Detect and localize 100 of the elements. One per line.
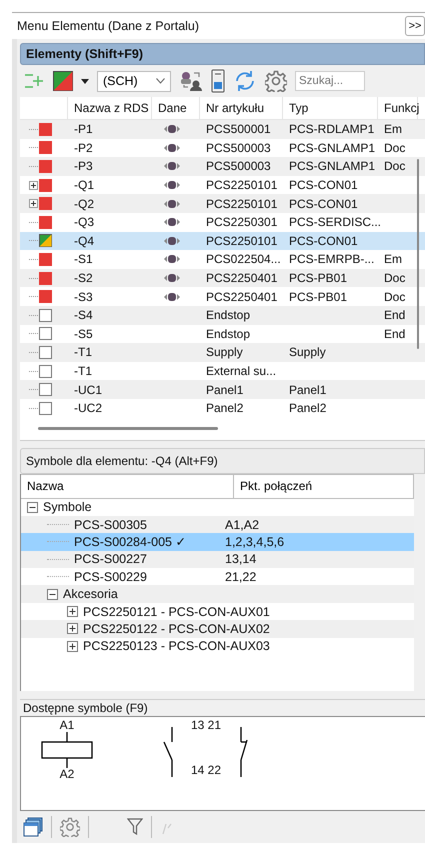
table-cell-text: PCS-PB01 (288, 271, 348, 286)
search-field[interactable]: Szukaj... (295, 71, 365, 91)
table-row[interactable]: -Q2 PCS2250101 PCS-CON01 (20, 194, 425, 213)
scrollbar[interactable] (417, 159, 419, 349)
table-cell-text: End (383, 326, 406, 341)
table-cell-text: -UC1 (73, 382, 104, 397)
expand-button[interactable]: >> (405, 16, 425, 36)
section-header: Elementy (Shift+F9) (20, 43, 425, 65)
checkbox-icon[interactable] (39, 364, 52, 378)
tree-item[interactable]: PCS2250123 - PCS-CON-AUX03 (21, 638, 414, 656)
status-square-icon (39, 252, 52, 266)
table-cell-text: PCS500003 (205, 140, 272, 155)
panel-title: Menu Elementu (Dane z Portalu) (16, 19, 200, 33)
tree-item[interactable]: PCS-S00284-005 ✓ 1,2,3,4,5,6 (21, 533, 414, 551)
expand-icon[interactable] (67, 623, 78, 634)
table-cell-text: PCS-GNLAMP1 (288, 159, 376, 174)
table-cell-text: Endstop (205, 308, 252, 322)
color-status-icon[interactable] (53, 71, 73, 91)
checkbox-icon[interactable] (39, 308, 52, 322)
table-cell-text: Supply (288, 345, 327, 360)
table-row[interactable]: -UC1 Panel1 Panel1 (20, 380, 425, 399)
tree-label: PCS2250123 - PCS-CON-AUX03 (83, 639, 270, 654)
checkbox-icon[interactable] (39, 383, 52, 396)
expand-icon[interactable] (67, 606, 78, 618)
connection-points: 21,22 (225, 570, 256, 584)
table-cell-text: PCS-CON01 (288, 234, 359, 248)
checkbox-icon[interactable] (39, 402, 52, 415)
table-cell-text: -P2 (73, 140, 94, 155)
table-row[interactable]: -S5 Endstop End (20, 324, 425, 344)
column-header[interactable]: Nr artykułu (200, 97, 283, 119)
table-cell-text: -S4 (73, 308, 94, 322)
tree-item[interactable]: Symbole (21, 498, 414, 516)
column-header[interactable]: Dane (152, 97, 200, 119)
connection-points: 1,2,3,4,5,6 (225, 534, 284, 549)
windows-icon[interactable] (23, 817, 43, 838)
collapse-icon[interactable] (47, 588, 58, 600)
table-row[interactable]: -T1 External su... (20, 362, 425, 380)
table-cell-text: PCS-RDLAMP1 (288, 122, 376, 136)
tree-item[interactable]: PCS2250122 - PCS-CON-AUX02 (21, 620, 414, 638)
column-header[interactable]: Nazwa z RDS (68, 97, 152, 119)
column-header[interactable]: Typ (283, 97, 378, 119)
table-cell-text: -P1 (73, 122, 94, 136)
checkbox-icon[interactable] (39, 346, 52, 359)
settings-icon[interactable] (60, 817, 80, 838)
table-cell-text: PCS500001 (205, 122, 272, 136)
tree-item[interactable]: PCS-S00227 13,14 (21, 550, 414, 568)
tree-label: Symbole (43, 500, 92, 514)
table-cell-text: -T1 (73, 364, 93, 378)
table-cell-text: -S5 (73, 326, 94, 341)
table-cell-text: PCS2250401 (205, 290, 278, 304)
tree-item[interactable]: PCS-S00305 A1,A2 (21, 516, 414, 534)
table-cell-text: Doc (383, 159, 406, 174)
column-header[interactable]: Pkt. połączeń (234, 474, 312, 498)
refresh-icon[interactable] (233, 69, 257, 93)
table-row[interactable]: -S2 PCS2250401 PCS-PB01 Doc (20, 268, 425, 288)
checkbox-icon[interactable] (39, 327, 52, 340)
tree-label: PCS-S00284-005 ✓ (74, 534, 186, 550)
filter-icon[interactable] (127, 818, 143, 836)
terminal-label: 13 21 (191, 719, 222, 732)
table-cell-text: PCS2250401 (205, 271, 278, 286)
table-cell-text: PCS-SERDISC... (288, 215, 378, 230)
table-cell-text: -S2 (73, 271, 94, 286)
device-icon[interactable] (211, 69, 225, 93)
table-cell-text: End (383, 308, 406, 322)
dropdown-arrow-icon[interactable] (81, 78, 89, 84)
table-cell-text: Em (383, 122, 403, 136)
table-cell-text: Supply (205, 345, 244, 360)
people-swap-icon[interactable] (179, 70, 203, 92)
expand-icon[interactable] (29, 199, 38, 208)
table-cell-text: -S3 (73, 290, 94, 304)
collapse-icon[interactable] (27, 502, 38, 513)
table-row[interactable]: -Q4 PCS2250101 PCS-CON01 (20, 232, 425, 250)
expand-icon[interactable] (29, 180, 38, 190)
tree-item[interactable]: PCS-S00229 21,22 (21, 568, 414, 586)
tree-label: Akcesoria (63, 587, 118, 602)
filter-dropdown[interactable]: (SCH) (97, 70, 171, 92)
table-cell-text: PCS-CON01 (288, 196, 359, 211)
expand-icon[interactable] (67, 640, 78, 652)
chevron-down-icon[interactable] (156, 78, 165, 84)
table-cell-text: PCS2250101 (205, 234, 278, 248)
table-row[interactable]: -P3 PCS500003 PCS-GNLAMP1 Doc (20, 157, 425, 176)
scrollbar[interactable] (38, 427, 218, 430)
status-square-icon (39, 141, 52, 154)
table-cell-text: -Q1 (73, 178, 96, 192)
table-row[interactable]: -S4 Endstop End (20, 306, 425, 325)
column-header[interactable]: Nazwa (21, 474, 234, 498)
section-header: Symbole dla elementu: -Q4 (Alt+F9) (20, 448, 425, 474)
column-header[interactable]: Funkcj (378, 97, 418, 119)
table-cell-text: Endstop (205, 326, 252, 341)
status-square-icon (39, 272, 52, 285)
table-row[interactable]: -P1 PCS500001 PCS-RDLAMP1 Em (20, 120, 425, 139)
table-cell-text: Panel1 (205, 382, 244, 397)
table-row[interactable]: -T1 Supply Supply (20, 343, 425, 362)
tree-item[interactable]: Akcesoria (21, 585, 414, 603)
settings-icon[interactable] (265, 70, 287, 92)
status-square-icon (39, 122, 52, 136)
table-cell-text: Doc (383, 140, 406, 155)
tree-item[interactable]: PCS2250121 - PCS-CON-AUX01 (21, 602, 414, 620)
status-square-icon (39, 160, 52, 173)
status-square-icon (39, 197, 52, 210)
